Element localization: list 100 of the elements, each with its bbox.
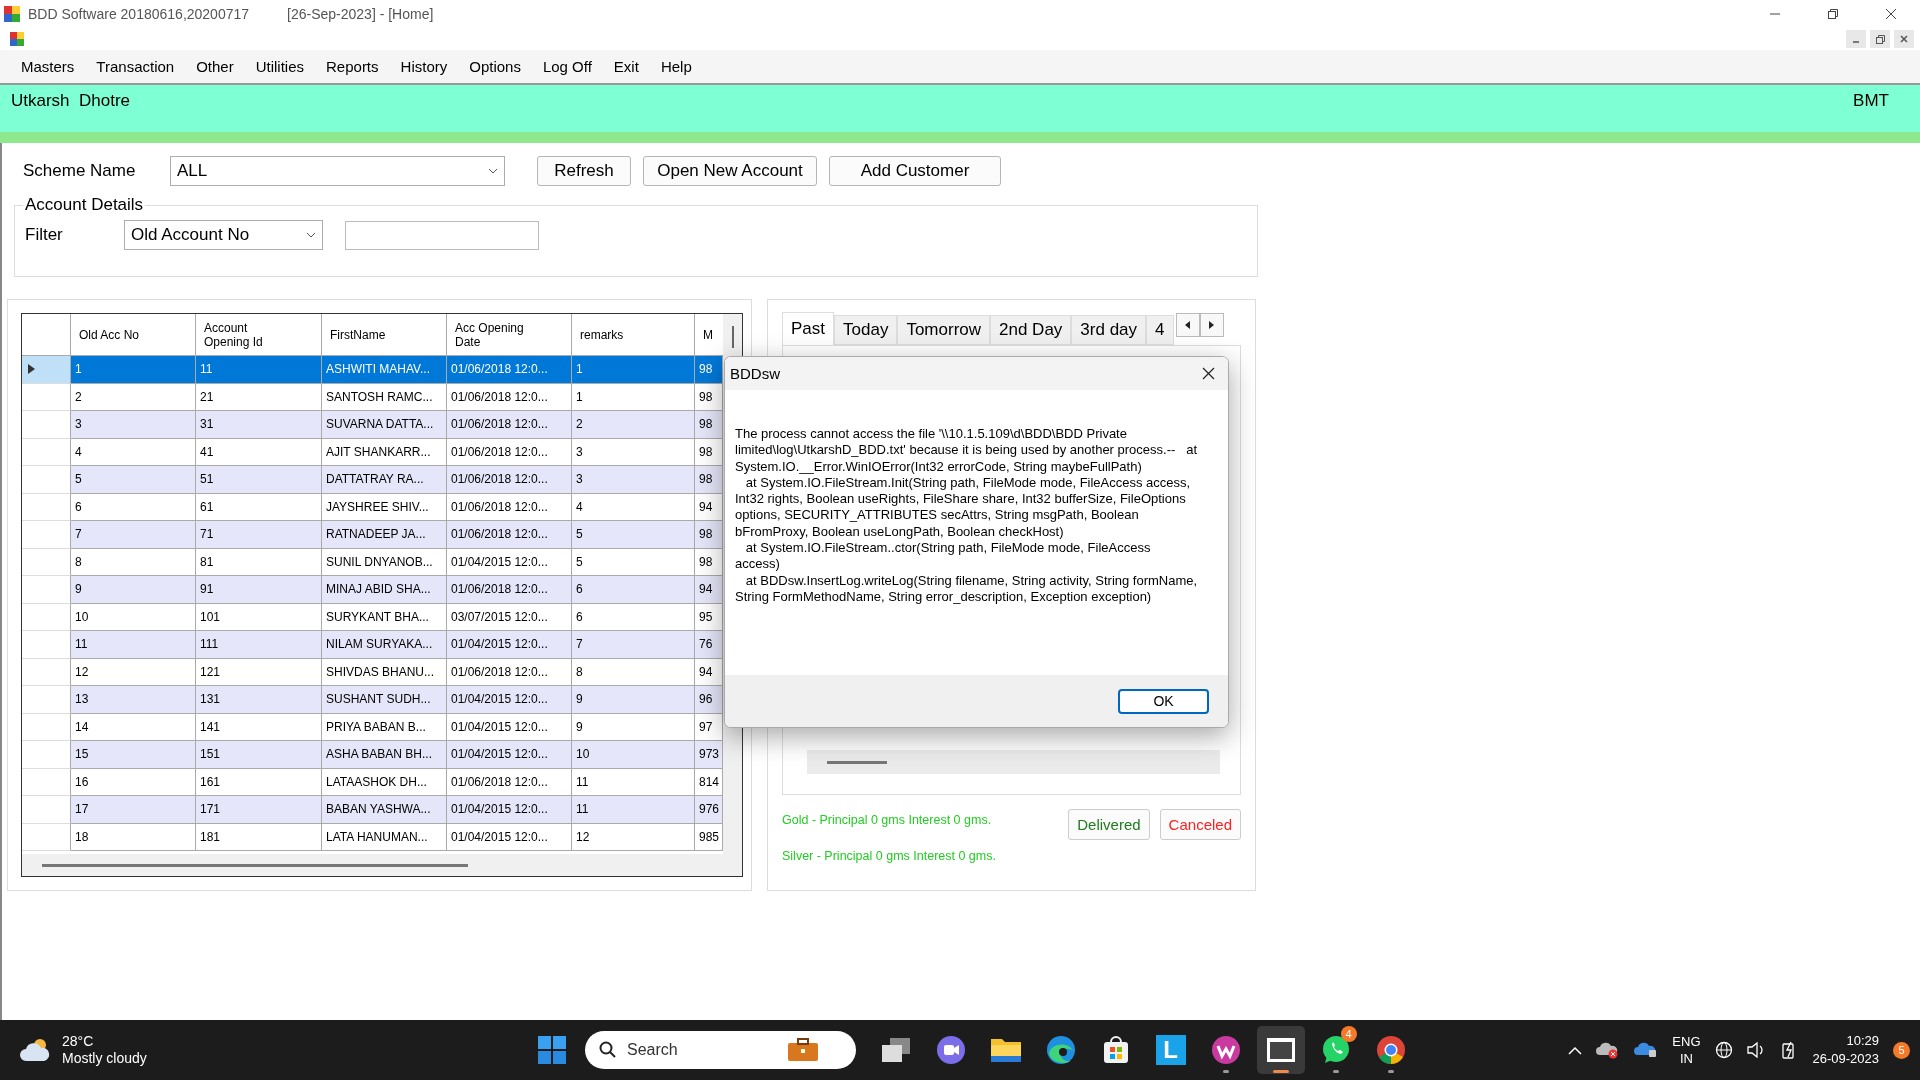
menu-item[interactable]: History bbox=[389, 54, 459, 79]
table-cell: 181 bbox=[196, 823, 322, 851]
day-tab[interactable]: 2nd Day bbox=[990, 315, 1072, 345]
table-cell: 15 bbox=[71, 741, 196, 769]
filter-dropdown[interactable]: Old Account No bbox=[124, 220, 323, 250]
table-cell: 151 bbox=[196, 741, 322, 769]
table-cell: SUSHANT SUDH... bbox=[322, 686, 447, 714]
table-cell: 1 bbox=[71, 356, 196, 384]
table-row[interactable]: 17 171 BABAN YASHWA... 01/04/2015 12:0... 11 976 bbox=[22, 796, 723, 824]
table-cell: 01/06/2018 12:0... bbox=[447, 356, 572, 384]
menu-item[interactable]: Reports bbox=[315, 54, 390, 79]
menu-item[interactable]: Options bbox=[458, 54, 532, 79]
search-field[interactable]: Search bbox=[625, 1040, 779, 1060]
table-cell: 5 bbox=[71, 466, 196, 494]
table-row[interactable]: 12 121 SHIVDAS BHANU... 01/06/2018 12:0... 8 94 bbox=[22, 658, 723, 686]
table-cell: 111 bbox=[196, 631, 322, 659]
table-cell: DATTATRAY RA... bbox=[322, 466, 447, 494]
menu-item[interactable]: Transaction bbox=[85, 54, 186, 79]
table-row[interactable]: 16 161 LATAASHOK DH... 01/06/2018 12:0... 11 814 bbox=[22, 768, 723, 796]
app-icon: L bbox=[1155, 1035, 1186, 1065]
table-row[interactable]: 8 81 SUNIL DNYANOB... 01/04/2015 12:0... 5 98 bbox=[22, 548, 723, 576]
table-row[interactable]: 14 141 PRIYA BABAN B... 01/04/2015 12:0... 9 97 bbox=[22, 713, 723, 741]
day-tab[interactable]: 3rd day bbox=[1071, 315, 1147, 345]
table-cell: 71 bbox=[196, 521, 322, 549]
table-cell: 01/04/2015 12:0... bbox=[447, 823, 572, 851]
notification-badge: 4 bbox=[1340, 1026, 1357, 1042]
table-cell: 31 bbox=[196, 411, 322, 439]
ok-button[interactable]: OK bbox=[1118, 688, 1209, 714]
language-indicator[interactable]: ENG IN bbox=[1672, 1033, 1701, 1067]
day-tab[interactable]: Today bbox=[834, 315, 898, 345]
table-cell: 131 bbox=[196, 686, 322, 714]
window-subtitle: [26-Sep-2023] - [Home] bbox=[287, 6, 434, 22]
table-row[interactable]: 13 131 SUSHANT SUDH... 01/04/2015 12:0... 9 96 bbox=[22, 686, 723, 714]
day-tab[interactable]: Past bbox=[782, 312, 835, 345]
table-cell: 01/06/2018 12:0... bbox=[447, 521, 572, 549]
table-cell: 01/04/2015 12:0... bbox=[447, 686, 572, 714]
menu-item[interactable]: Masters bbox=[10, 54, 86, 79]
menu-item[interactable]: Exit bbox=[602, 54, 650, 79]
table-cell: 01/04/2015 12:0... bbox=[447, 741, 572, 769]
table-cell: 91 bbox=[196, 576, 322, 604]
table-row[interactable]: 15 151 ASHA BABAN BH... 01/04/2015 12:0... 10 973 bbox=[22, 741, 723, 769]
clock[interactable]: 10:29 26-09-2023 bbox=[1812, 1032, 1879, 1068]
status-button[interactable]: Delivered bbox=[1068, 809, 1150, 840]
table-row[interactable]: 5 51 DATTATRAY RA... 01/06/2018 12:0... 3 98 bbox=[22, 466, 723, 494]
table-cell: 01/06/2018 12:0... bbox=[447, 466, 572, 494]
table-cell: 11 bbox=[572, 796, 695, 824]
menu-item[interactable]: Other bbox=[185, 54, 245, 79]
table-cell: 12 bbox=[572, 823, 695, 851]
table-cell: 1 bbox=[572, 356, 695, 384]
temperature: 28°C bbox=[62, 1033, 95, 1050]
table-cell: 01/04/2015 12:0... bbox=[447, 796, 572, 824]
table-cell: BABAN YASHWA... bbox=[322, 796, 447, 824]
scheme-dropdown[interactable]: ALL bbox=[170, 156, 505, 186]
table-row[interactable]: 6 61 JAYSHREE SHIV... 01/06/2018 12:0... 4 94 bbox=[22, 493, 723, 521]
field-label: Filter bbox=[25, 225, 64, 245]
table-row[interactable]: 2 21 SANTOSH RAMC... 01/06/2018 12:0... 1 98 bbox=[22, 383, 723, 411]
table-cell: 51 bbox=[196, 466, 322, 494]
table-row[interactable]: 10 101 SURYKANT BHA... 03/07/2015 12:0... 6 95 bbox=[22, 603, 723, 631]
menu-item[interactable]: Log Off bbox=[531, 54, 603, 79]
add-customer-button[interactable]: Add Customer bbox=[829, 156, 1001, 186]
error-message: The process cannot access the file '\\10.1.5.109\d\BDD\BDD Private limited\log\UtkarshD_BDD.txt' because it is being used by another process.-- at System.IO.__Error.WinIOError(Int32 errorCode, String maybeFullPath) at System.IO.FileStream.Init(String path, FileMode mode, FileAccess access, Int32 rights, Boolean useRights, FileShare share, Int32 bufferSize, FileOptions options, SECURITY_ATTRIBUTES secAttrs, String msgPath, Boolean bFromProxy, Boolean useLongPath, Boolean checkHost) at System.IO.FileStream..ctor(String path, FileMode mode, FileAccess access) at BDDsw.InsertLog.writeLog(String filename, String activity, String formName, String FormMethodName, String error_description, Exception exception) bbox=[735, 426, 1198, 606]
open-account-button[interactable]: Open New Account bbox=[643, 156, 817, 186]
table-cell: 18 bbox=[71, 823, 196, 851]
table-cell: 3 bbox=[572, 466, 695, 494]
table-cell: 9 bbox=[572, 686, 695, 714]
group-title: Account Details bbox=[24, 195, 145, 215]
search-bar[interactable]: Search bbox=[585, 1031, 856, 1069]
table-row[interactable]: 9 91 MINAJ ABID SHA... 01/06/2018 12:0... 6 94 bbox=[22, 576, 723, 604]
table-cell: 11 bbox=[71, 631, 196, 659]
table-row[interactable]: 18 181 LATA HANUMAN... 01/04/2015 12:0... 12 985 bbox=[22, 823, 723, 851]
dialog-title: BDDsw bbox=[730, 365, 780, 382]
table-row[interactable]: 1 11 ASHWITI MAHAV... 01/06/2018 12:0... 1 98 bbox=[22, 356, 723, 384]
user-name: Utkarsh Dhotre bbox=[11, 91, 131, 111]
day-tab[interactable]: Tomorrow bbox=[897, 315, 991, 345]
window-title: BDD Software 20180616,20200717 bbox=[28, 6, 250, 22]
table-cell: MINAJ ABID SHA... bbox=[322, 576, 447, 604]
refresh-button[interactable]: Refresh bbox=[537, 156, 631, 186]
table-cell: 171 bbox=[196, 796, 322, 824]
table-cell: 01/06/2018 12:0... bbox=[447, 576, 572, 604]
table-row[interactable]: 7 71 RATNADEEP JA... 01/06/2018 12:0... 5 98 bbox=[22, 521, 723, 549]
day-tab[interactable]: 4 bbox=[1146, 315, 1174, 345]
menu-item[interactable]: Help bbox=[649, 54, 703, 79]
table-cell: RATNADEEP JA... bbox=[322, 521, 447, 549]
table-cell: NILAM SURYAKA... bbox=[322, 631, 447, 659]
table-cell: 9 bbox=[71, 576, 196, 604]
table-cell: 2 bbox=[572, 411, 695, 439]
menu-item[interactable]: Utilities bbox=[244, 54, 315, 79]
branch-code: BMT bbox=[1853, 91, 1889, 111]
table-cell: LATA HANUMAN... bbox=[322, 823, 447, 851]
table-cell: ASHA BABAN BH... bbox=[322, 741, 447, 769]
table-row[interactable]: 4 41 AJIT SHANKARR... 01/06/2018 12:0... 3 98 bbox=[22, 438, 723, 466]
table-cell: 01/04/2015 12:0... bbox=[447, 631, 572, 659]
table-cell: 13 bbox=[71, 686, 196, 714]
table-row[interactable]: 3 31 SUVARNA DATTA... 01/06/2018 12:0... 2 98 bbox=[22, 411, 723, 439]
status-button[interactable]: Canceled bbox=[1159, 809, 1241, 840]
table-cell: 17 bbox=[71, 796, 196, 824]
table-cell: SUVARNA DATTA... bbox=[322, 411, 447, 439]
table-row[interactable]: 11 111 NILAM SURYAKA... 01/04/2015 12:0... 7 76 bbox=[22, 631, 723, 659]
table-cell: 7 bbox=[71, 521, 196, 549]
table-cell: 11 bbox=[196, 356, 322, 384]
